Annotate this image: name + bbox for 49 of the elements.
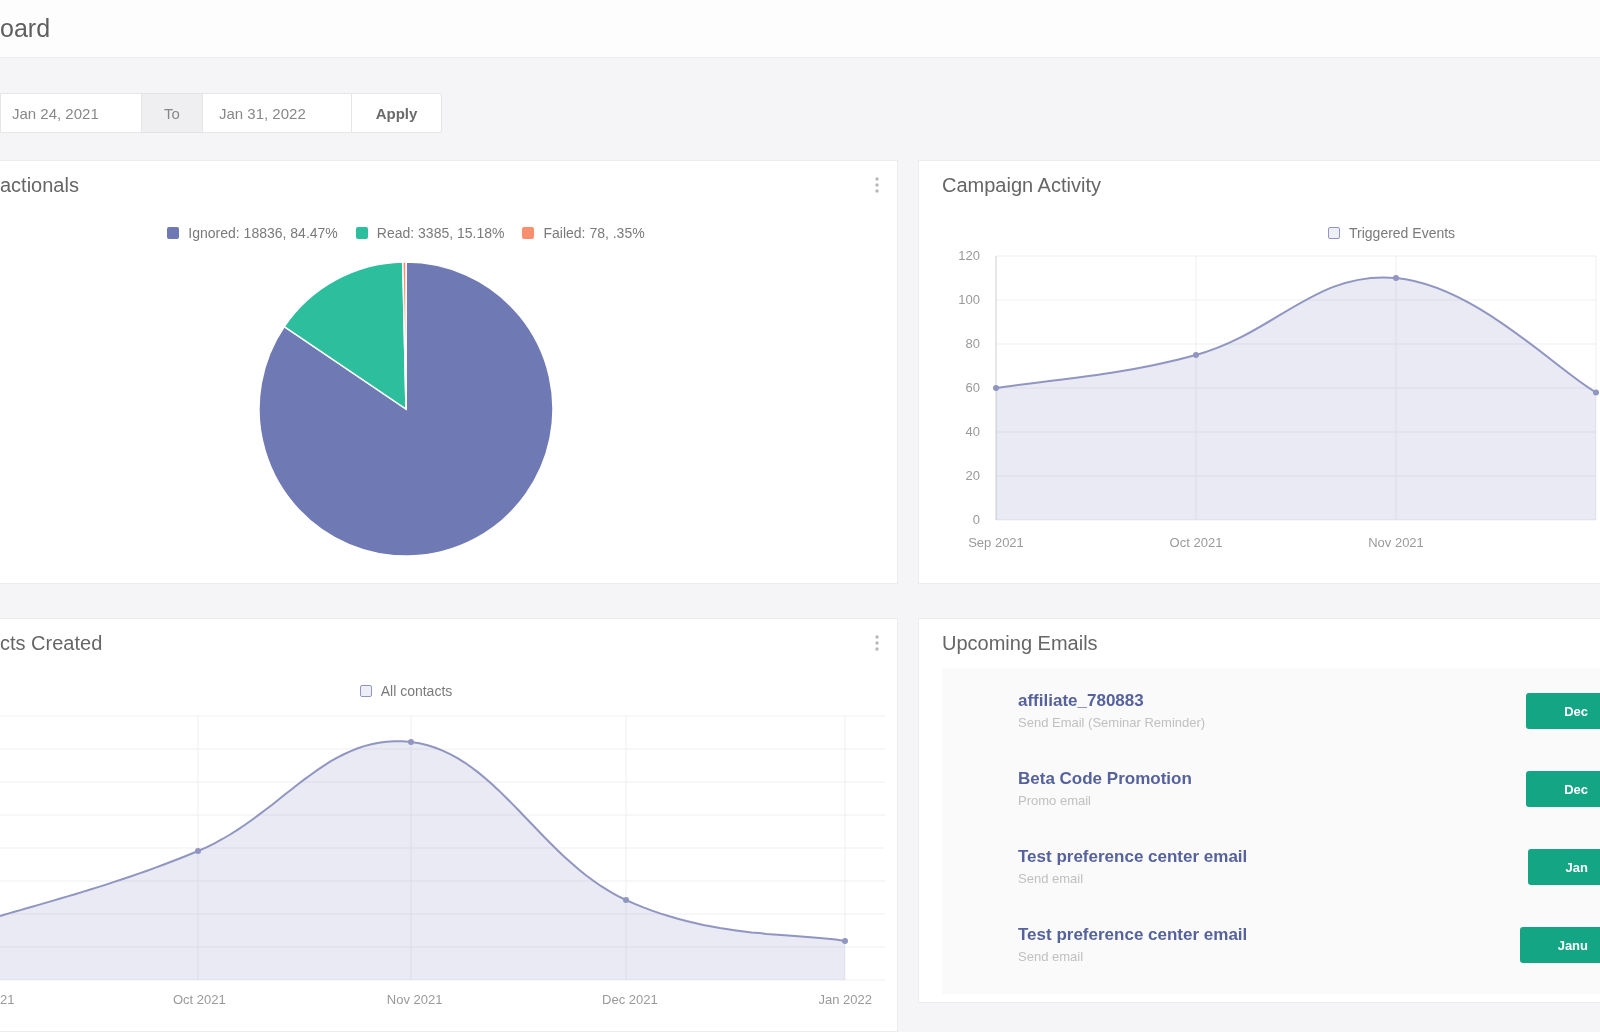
- axis-label: 60: [965, 380, 980, 395]
- data-point: [1593, 389, 1599, 396]
- legend-label: Failed: 78, .35%: [543, 225, 645, 241]
- axis-label: Nov 2021: [386, 992, 443, 1007]
- email-name-link[interactable]: Beta Code Promotion: [1018, 769, 1192, 789]
- widget-title: Upcoming Emails: [942, 631, 1098, 655]
- date-to-field[interactable]: Jan 31, 2022: [202, 93, 352, 133]
- email-event: Send email: [1018, 871, 1085, 887]
- axis-label: Oct 2021: [172, 992, 226, 1007]
- widget-title: cts Created: [0, 631, 103, 655]
- kebab-menu-icon[interactable]: [875, 177, 879, 193]
- axis-label: 40: [965, 424, 980, 439]
- axis-label: 100: [958, 292, 980, 307]
- data-point: [1193, 352, 1199, 358]
- data-point: [993, 385, 999, 391]
- page-title: oard: [0, 14, 51, 43]
- widget-title: Campaign Activity: [942, 173, 1101, 197]
- axis-label: 120: [958, 248, 980, 263]
- data-point: [1393, 275, 1399, 281]
- axis-label: 0: [972, 512, 980, 527]
- legend-label: Ignored: 18836, 84.47%: [188, 225, 338, 241]
- event-badge: Janu: [1519, 927, 1600, 963]
- legend-label: Read: 3385, 15.18%: [376, 225, 505, 241]
- axis-label: Jan 2022: [818, 992, 872, 1007]
- axis-label: Sep 2021: [968, 535, 1024, 550]
- axis-label: 20: [965, 468, 980, 483]
- email-name-link[interactable]: Test preference center email: [1018, 925, 1248, 945]
- legend-label: All contacts: [380, 683, 453, 699]
- email-name-link[interactable]: affiliate_780883: [1018, 691, 1206, 711]
- email-name-link[interactable]: Test preference center email: [1018, 847, 1248, 867]
- legend-swatch-icon: [359, 685, 372, 697]
- axis-label: Nov 2021: [1368, 535, 1424, 550]
- legend-swatch-icon: [1328, 227, 1340, 239]
- apply-button[interactable]: Apply: [352, 93, 442, 133]
- email-event: Promo email: [1018, 793, 1092, 809]
- legend-label: Triggered Events: [1349, 225, 1456, 241]
- kebab-menu-icon[interactable]: [875, 635, 879, 651]
- event-badge: Jan: [1527, 849, 1600, 885]
- widget-title: actionals: [0, 173, 79, 197]
- event-badge: Dec: [1526, 693, 1600, 729]
- axis-label: Oct 2021: [1169, 535, 1223, 550]
- date-from-field[interactable]: Jan 24, 2021: [0, 93, 142, 133]
- email-event: Send Email (Seminar Reminder): [1018, 715, 1206, 731]
- to-label: To: [142, 93, 202, 133]
- event-badge: Dec: [1526, 771, 1600, 807]
- axis-label: 21: [0, 992, 15, 1007]
- axis-label: 80: [965, 336, 980, 351]
- email-event: Send email: [1018, 949, 1085, 965]
- axis-label: Dec 2021: [602, 992, 658, 1007]
